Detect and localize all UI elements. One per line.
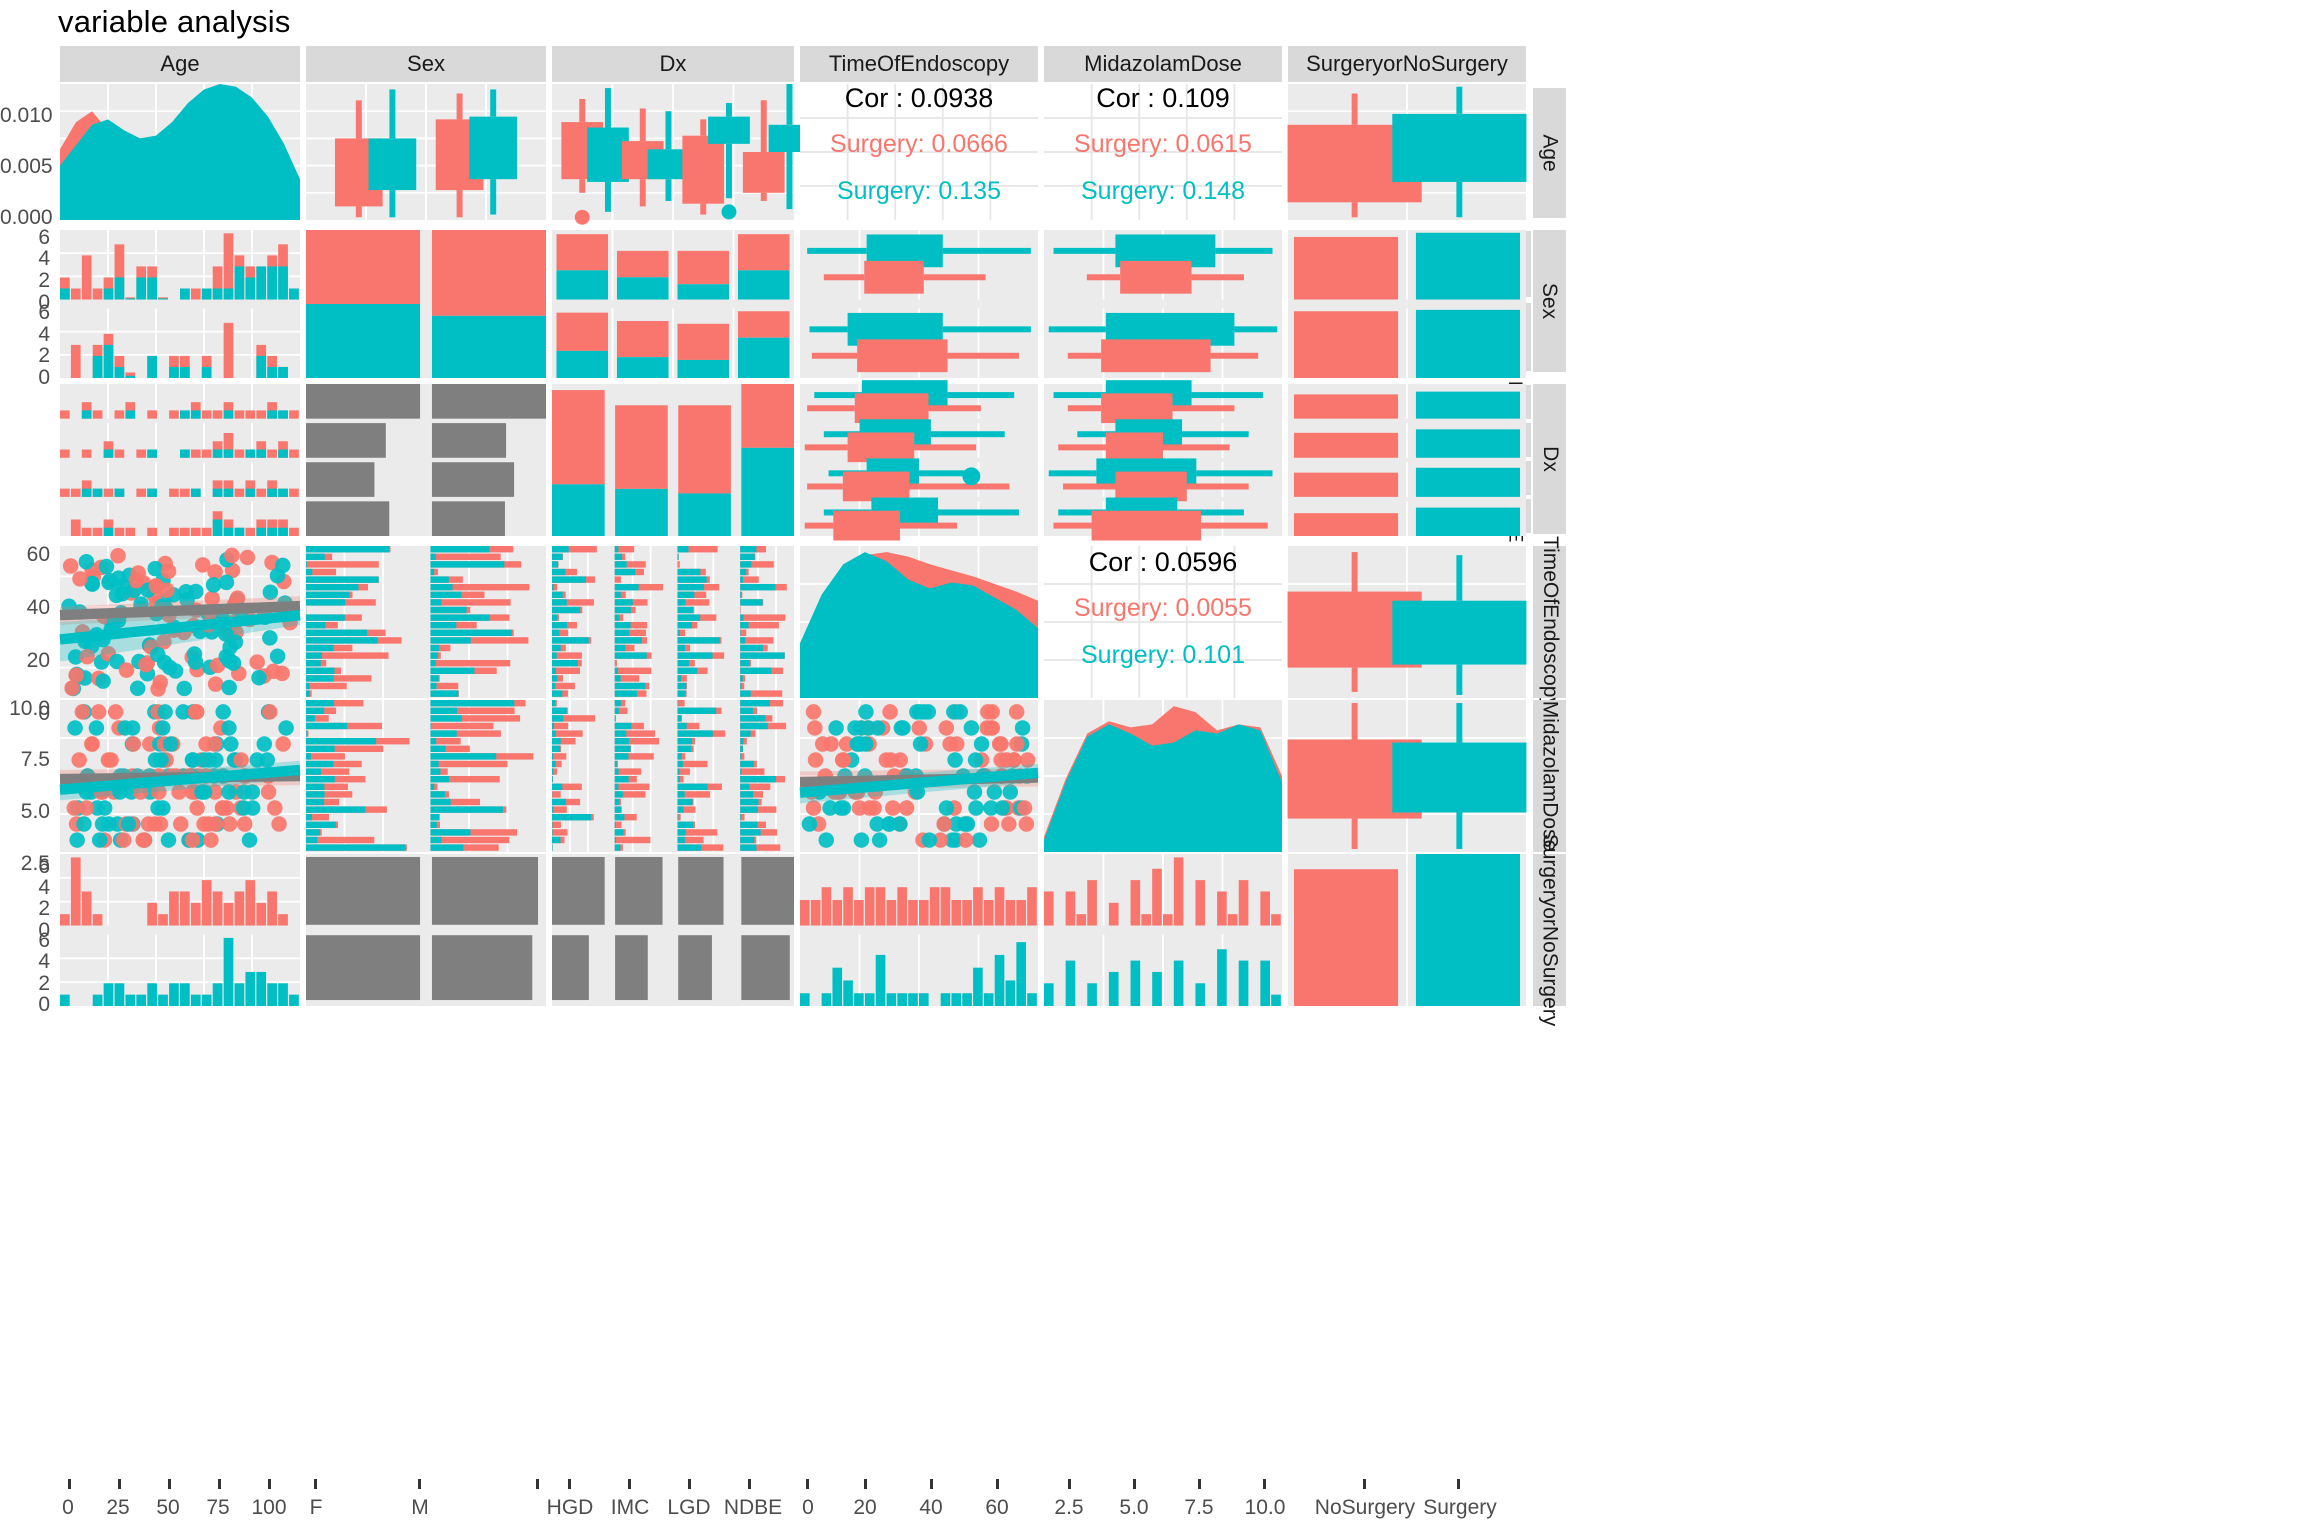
axis-tick [68, 1479, 71, 1489]
xtick-age: 100 [251, 1496, 287, 1519]
axis-tick [1198, 1479, 1201, 1489]
ytick-density: 0.005 [0, 155, 53, 178]
xtick-sex: F [309, 1496, 323, 1519]
xtick-time: 40 [919, 1496, 943, 1519]
ytick-count: 6 [38, 301, 50, 324]
xtick-age: 0 [62, 1496, 74, 1519]
ytick-count: 2 [38, 344, 50, 367]
correlation-group1-2: Surgery: 0.0055 [1074, 594, 1252, 622]
ytick-count: 0 [38, 366, 50, 389]
ytick-midazolam: 10.0 [9, 697, 50, 720]
axis-tick [864, 1479, 867, 1489]
axis-tick [536, 1479, 539, 1489]
correlation-group2-2: Surgery: 0.101 [1081, 641, 1245, 669]
correlation-group1-1: Surgery: 0.0615 [1074, 130, 1252, 158]
ytick-midazolam: 5.0 [20, 800, 50, 823]
xtick-midazolam: 2.5 [1054, 1496, 1084, 1519]
ytick-midazolam: 7.5 [20, 748, 50, 771]
ytick-density: 0.010 [0, 104, 53, 127]
axis-tick [1263, 1479, 1266, 1489]
xtick-age: 25 [106, 1496, 130, 1519]
ytick-count: 2 [38, 897, 50, 920]
xtick-midazolam: 7.5 [1184, 1496, 1214, 1519]
axis-tick [314, 1479, 317, 1489]
correlation-group2-0: Surgery: 0.135 [837, 177, 1001, 205]
axis-tick [218, 1479, 221, 1489]
xtick-age: 50 [156, 1496, 180, 1519]
correlation-group1-0: Surgery: 0.0666 [830, 130, 1008, 158]
ggpairs-figure: variable analysis Age Sex Dx TimeOfEndos… [0, 0, 2304, 1536]
axis-tick [1363, 1479, 1366, 1489]
ytick-count: 0 [38, 993, 50, 1016]
xtick-sex: M [411, 1496, 429, 1519]
xtick-dx: NDBE [723, 1496, 783, 1519]
ytick-time: 20 [26, 649, 50, 672]
axis-tick [118, 1479, 121, 1489]
correlation-group2-1: Surgery: 0.148 [1081, 177, 1245, 205]
xtick-midazolam: 10.0 [1244, 1496, 1286, 1519]
axis-tick [930, 1479, 933, 1489]
axis-tick [688, 1479, 691, 1489]
ytick-count: 4 [38, 247, 50, 270]
xtick-time: 60 [985, 1496, 1009, 1519]
axis-tick [1068, 1479, 1071, 1489]
xtick-midazolam: 5.0 [1119, 1496, 1149, 1519]
axis-tick [168, 1479, 171, 1489]
axis-tick [748, 1479, 751, 1489]
axis-tick [1133, 1479, 1136, 1489]
xtick-dx: IMC [610, 1496, 650, 1519]
correlation-overall-0: Cor : 0.0938 [844, 83, 994, 113]
xtick-dx: HGD [546, 1496, 594, 1519]
axis-tick [628, 1479, 631, 1489]
xtick-age: 75 [206, 1496, 230, 1519]
xtick-surgery: Surgery [1423, 1496, 1497, 1519]
xtick-time: 20 [853, 1496, 877, 1519]
axis-tick [268, 1479, 271, 1489]
ytick-count: 4 [38, 950, 50, 973]
correlation-overall-2: Cor : 0.0596 [1088, 547, 1238, 577]
ytick-time: 60 [26, 543, 50, 566]
axis-tick [418, 1479, 421, 1489]
axis-tick [568, 1479, 571, 1489]
xtick-dx: LGD [667, 1496, 711, 1519]
ytick-time: 40 [26, 596, 50, 619]
correlation-overall-1: Cor : 0.109 [1096, 83, 1230, 113]
axis-tick [806, 1479, 809, 1489]
plot-canvas [59, 84, 1527, 1007]
axis-tick [996, 1479, 999, 1489]
xtick-time: 0 [802, 1496, 814, 1519]
axis-tick [1457, 1479, 1460, 1489]
ytick-count: 2 [38, 269, 50, 292]
